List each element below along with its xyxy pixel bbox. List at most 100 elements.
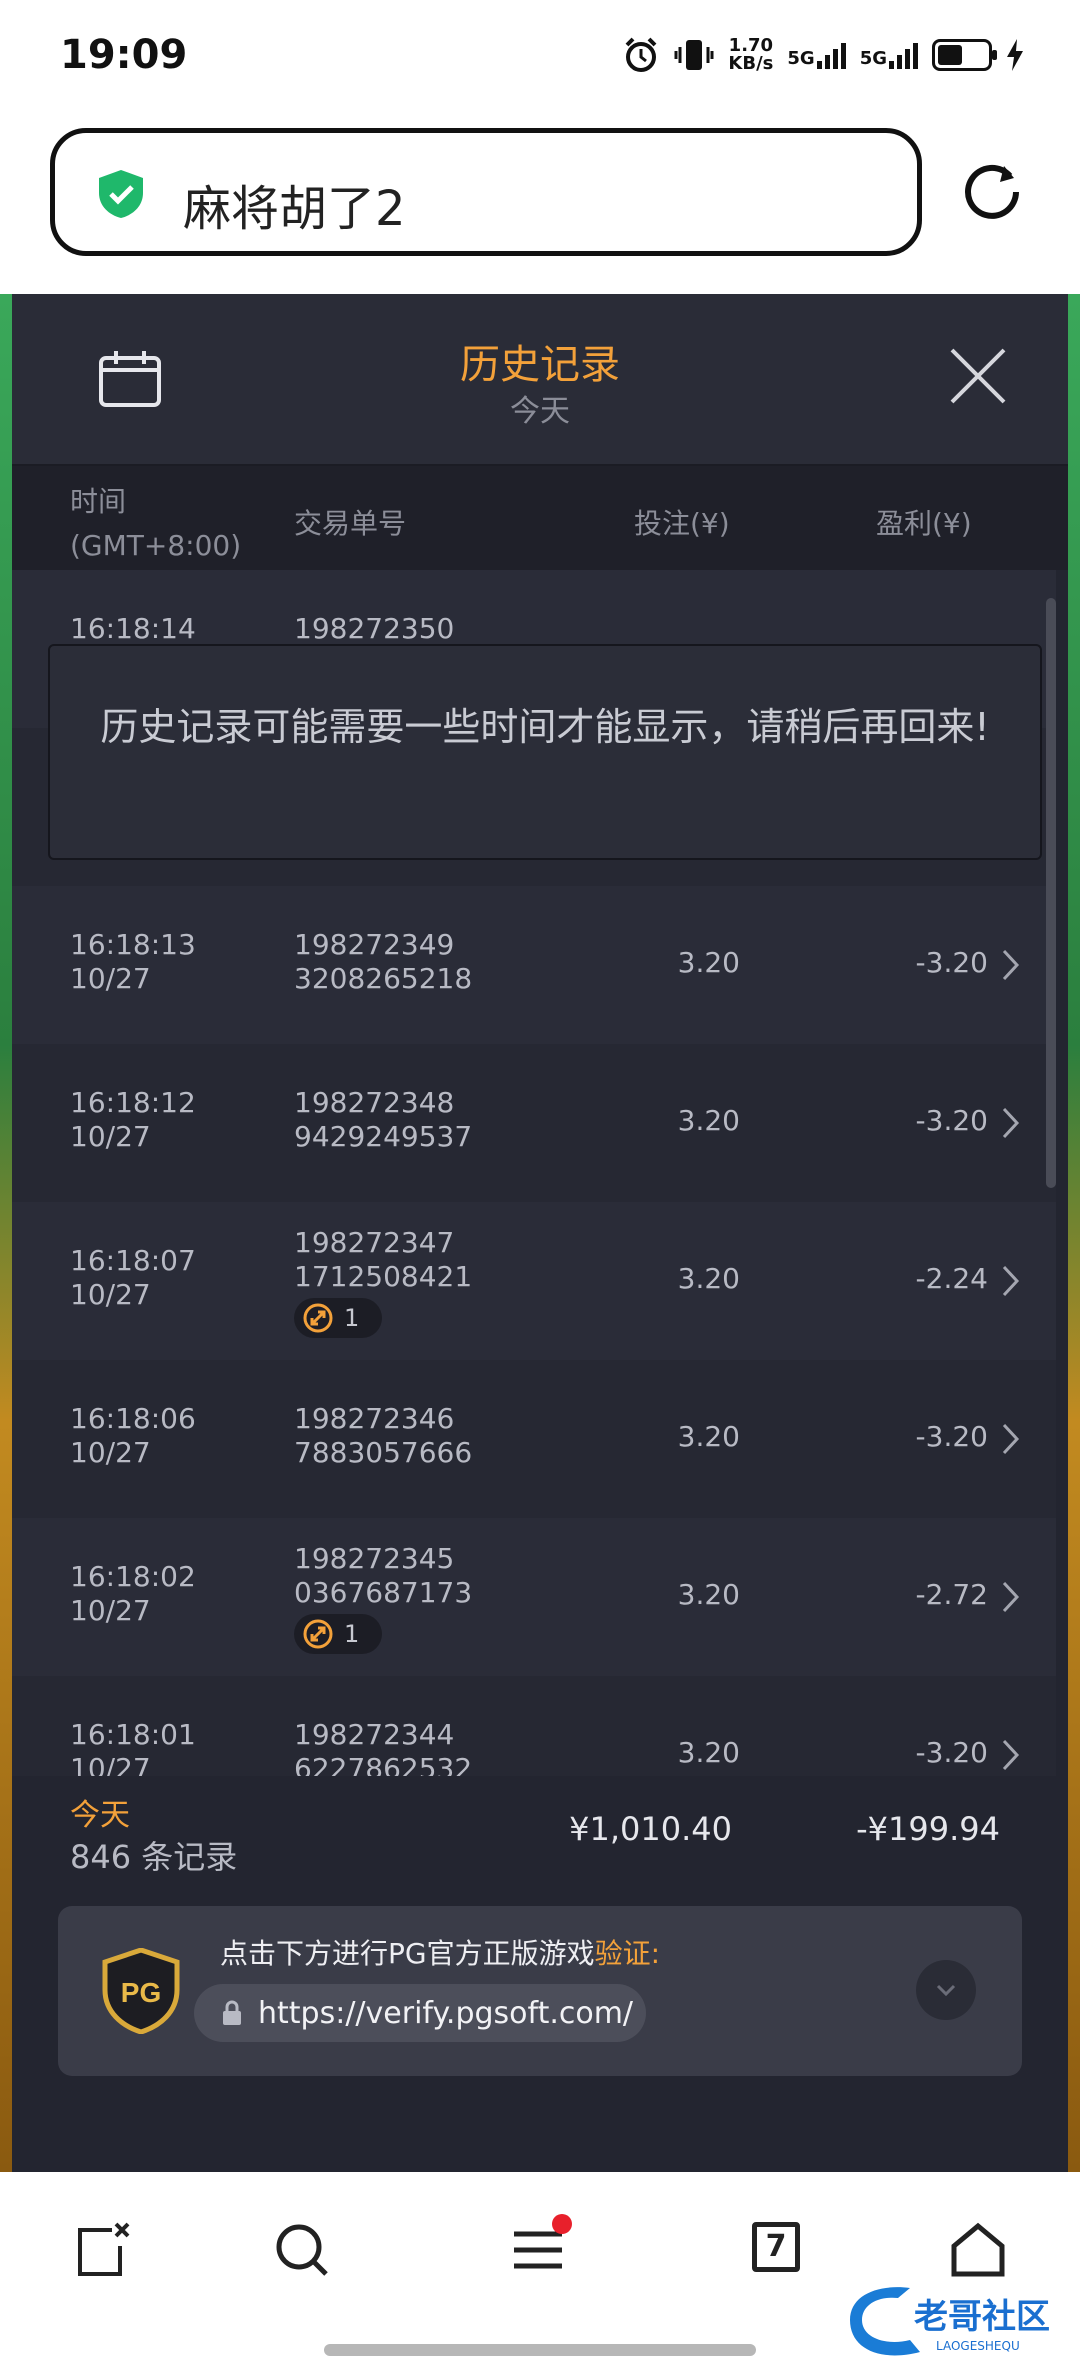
search-icon[interactable]	[272, 2220, 332, 2280]
game-area: 历史记录 今天 时间 (GMT+8:00) 交易单号 投注(¥) 盈利(¥) 1…	[0, 294, 1080, 2172]
chevron-right-icon	[1002, 1739, 1020, 1771]
pg-logo-text: PG	[121, 1977, 161, 2008]
summary-count: 846 条记录	[70, 1838, 238, 1876]
gesture-bar	[324, 2344, 756, 2356]
watermark-text: 老哥社区	[914, 2297, 1050, 2337]
free-spin-icon	[303, 1619, 333, 1649]
table-row[interactable]: 16:18:06 10/27 198272346 7883057666 3.20…	[12, 1360, 1056, 1518]
col-timezone-label: (GMT+8:00)	[70, 529, 242, 562]
reload-icon[interactable]	[960, 158, 1024, 222]
speed-unit: KB/s	[728, 53, 774, 74]
table-row[interactable]: 16:18:12 10/27 198272348 9429249537 3.20…	[12, 1044, 1056, 1202]
row-id: 198272349	[294, 928, 455, 961]
row-id-2: 9429249537	[294, 1120, 473, 1153]
row-date: 10/27	[70, 1436, 151, 1469]
chevron-right-icon	[1002, 1581, 1020, 1613]
row-id: 198272345	[294, 1542, 455, 1575]
table-row[interactable]: 16:18:01 10/27 198272344 6227862532 3.20…	[12, 1676, 1056, 1776]
history-title: 历史记录	[460, 342, 620, 388]
row-bet: 3.20	[677, 1420, 740, 1453]
signal-bars-icon	[889, 41, 918, 69]
signal-2-label: 5G	[859, 48, 887, 69]
row-profit: -3.20	[915, 946, 988, 979]
watermark-logo: 老哥社区 LAOGESHEQU	[850, 2287, 1050, 2356]
row-time: 16:18:02	[70, 1560, 196, 1593]
row-id: 198272344	[294, 1718, 455, 1751]
pg-logo-icon: PG	[102, 1948, 180, 2034]
table-row[interactable]: 16:18:07 10/27 198272347 1712508421 1 3.…	[12, 1202, 1056, 1360]
verify-text-main: 点击下方进行PG官方正版游戏	[220, 1937, 595, 1970]
table-row[interactable]: 16:18:13 10/27 198272349 3208265218 3.20…	[12, 886, 1056, 1044]
browser-toolbar: 麻将胡了2	[0, 120, 1080, 294]
verify-url-link[interactable]: https://verify.pgsoft.com/	[194, 1984, 646, 2042]
row-time: 16:18:06	[70, 1402, 196, 1435]
chevron-right-icon	[1002, 949, 1020, 981]
watermark-sub: LAOGESHEQU	[936, 2339, 1020, 2353]
row-id: 198272347	[294, 1226, 455, 1259]
notification-dot	[552, 2214, 572, 2234]
row-date: 10/27	[70, 1120, 151, 1153]
row-profit: -2.24	[915, 1262, 988, 1295]
alarm-icon	[625, 37, 657, 72]
row-id: 198272350	[294, 612, 455, 645]
page-title: 麻将胡了2	[183, 181, 406, 237]
chevron-down-icon	[936, 1984, 956, 1997]
row-id: 198272346	[294, 1402, 455, 1435]
col-profit: 盈利(¥)	[876, 507, 972, 540]
status-time: 19:09	[60, 32, 188, 78]
shield-check-icon	[99, 170, 143, 218]
summary-label: 今天	[70, 1798, 130, 1833]
row-id-2: 0367687173	[294, 1576, 473, 1609]
verify-text: 点击下方进行PG官方正版游戏验证:	[220, 1932, 660, 1972]
row-date: 10/27	[70, 1752, 151, 1776]
signal-1-label: 5G	[787, 48, 815, 69]
bottom-nav: 7 老哥社区 LAOGESHEQU	[0, 2172, 1080, 2376]
row-profit: -2.72	[915, 1578, 988, 1611]
row-time: 16:18:01	[70, 1718, 196, 1751]
chevron-right-icon	[1002, 1107, 1020, 1139]
row-id-2: 1712508421	[294, 1260, 473, 1293]
status-icons: 1.70 KB/s 5G 5G	[622, 36, 1024, 74]
close-icon[interactable]	[948, 346, 1008, 406]
game-background	[1068, 294, 1080, 2172]
badge-count: 1	[344, 1304, 360, 1332]
history-panel: 历史记录 今天 时间 (GMT+8:00) 交易单号 投注(¥) 盈利(¥) 1…	[12, 294, 1068, 2172]
row-date: 10/27	[70, 1278, 151, 1311]
row-date: 10/27	[70, 962, 151, 995]
row-id-2: 6227862532	[294, 1752, 473, 1776]
row-bet: 3.20	[677, 1104, 740, 1137]
network-speed: 1.70 KB/s	[728, 37, 773, 73]
column-headers: 时间 (GMT+8:00) 交易单号 投注(¥) 盈利(¥)	[12, 466, 1068, 570]
verify-url: https://verify.pgsoft.com/	[258, 1995, 634, 2031]
row-profit: -3.20	[915, 1420, 988, 1453]
row-profit: -3.20	[915, 1104, 988, 1137]
home-icon[interactable]	[948, 2220, 1008, 2280]
summary-total-profit: -¥199.94	[856, 1810, 1000, 1848]
badge-count: 1	[344, 1620, 360, 1648]
row-time: 16:18:07	[70, 1244, 196, 1277]
row-bet: 3.20	[677, 1578, 740, 1611]
history-subtitle: 今天	[510, 394, 570, 429]
address-bar[interactable]: 麻将胡了2	[50, 128, 922, 256]
signal-bars-icon	[816, 41, 846, 69]
signal-1: 5G	[787, 41, 846, 69]
history-header: 历史记录 今天	[12, 294, 1068, 466]
col-time-label: 时间	[70, 485, 127, 518]
vibrate-icon	[674, 40, 714, 70]
battery-icon	[932, 39, 997, 71]
row-time: 16:18:14	[70, 612, 196, 645]
lock-icon	[223, 2000, 241, 2025]
tabs-button[interactable]: 7	[752, 2222, 800, 2272]
expand-button[interactable]	[916, 1960, 976, 2020]
row-bet: 3.20	[677, 1262, 740, 1295]
col-time: 时间 (GMT+8:00)	[70, 480, 241, 568]
table-row[interactable]: 16:18:02 10/27 198272345 0367687173 1 3.…	[12, 1518, 1056, 1676]
row-id-2: 3208265218	[294, 962, 473, 995]
verify-banner[interactable]: PG 点击下方进行PG官方正版游戏验证: https://verify.pgso…	[58, 1906, 1022, 2076]
close-tab-icon[interactable]	[72, 2220, 132, 2280]
free-spin-badge: 1	[294, 1298, 382, 1338]
signal-2: 5G	[860, 41, 918, 69]
chevron-right-icon	[1002, 1423, 1020, 1455]
scrollbar[interactable]	[1046, 598, 1056, 1188]
loading-notice: 历史记录可能需要一些时间才能显示，请稍后再回来!	[48, 644, 1042, 860]
